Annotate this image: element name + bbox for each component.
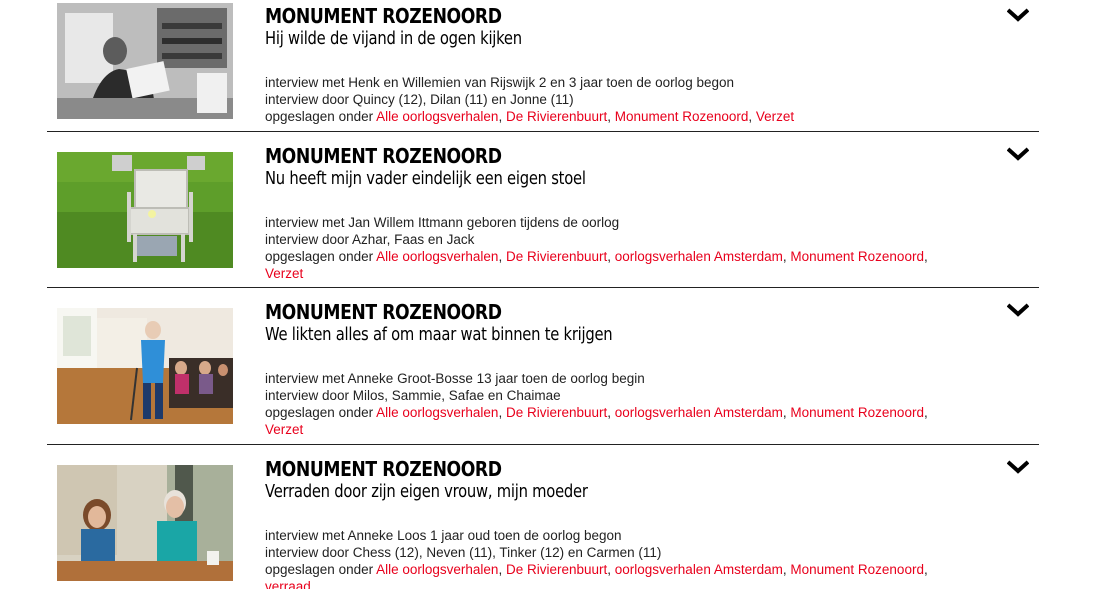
filed-under-label: opgeslagen onder bbox=[265, 562, 374, 577]
interview-by: interview door Milos, Sammie, Safae en C… bbox=[265, 388, 561, 403]
tag-link[interactable]: De Rivierenbuurt bbox=[506, 109, 607, 124]
story-tags: opgeslagen onder Alle oorlogsverhalen, D… bbox=[265, 109, 795, 124]
chevron-down-icon bbox=[1007, 303, 1029, 317]
story-tags: opgeslagen onder Alle oorlogsverhalen, D… bbox=[265, 405, 928, 437]
story-item: MONUMENT ROZENOORD Nu heeft mijn vader e… bbox=[47, 132, 1039, 288]
tag-link[interactable]: Monument Rozenoord bbox=[790, 249, 924, 264]
interview-by: interview door Chess (12), Neven (11), T… bbox=[265, 545, 662, 560]
story-thumbnail[interactable] bbox=[57, 308, 233, 424]
interview-by: interview door Azhar, Faas en Jack bbox=[265, 232, 475, 247]
tag-link[interactable]: Verzet bbox=[265, 266, 303, 281]
expand-button[interactable] bbox=[1007, 303, 1029, 317]
story-meta: interview met Jan Willem Ittmann geboren… bbox=[265, 214, 1039, 282]
story-category: MONUMENT ROZENOORD bbox=[265, 457, 502, 481]
tag-link[interactable]: Monument Rozenoord bbox=[790, 405, 924, 420]
story-title[interactable]: Nu heeft mijn vader eindelijk een eigen … bbox=[265, 168, 900, 190]
interview-with: interview met Anneke Groot-Bosse 13 jaar… bbox=[265, 371, 645, 386]
filed-under-label: opgeslagen onder bbox=[265, 109, 374, 124]
story-meta: interview met Henk en Willemien van Rijs… bbox=[265, 74, 1039, 125]
tag-link[interactable]: De Rivierenbuurt bbox=[506, 405, 607, 420]
story-thumbnail[interactable] bbox=[57, 3, 233, 119]
tag-link[interactable]: De Rivierenbuurt bbox=[506, 562, 607, 577]
photo-woman-with-cane bbox=[57, 308, 233, 424]
filed-under-label: opgeslagen onder bbox=[265, 405, 374, 420]
interview-with: interview met Henk en Willemien van Rijs… bbox=[265, 75, 734, 90]
story-title[interactable]: We likten alles af om maar wat binnen te… bbox=[265, 324, 900, 346]
story-meta: interview met Anneke Groot-Bosse 13 jaar… bbox=[265, 370, 1039, 438]
story-tags: opgeslagen onder Alle oorlogsverhalen, D… bbox=[265, 561, 959, 589]
tag-link[interactable]: Monument Rozenoord bbox=[790, 562, 924, 577]
tag-link[interactable]: Alle oorlogsverhalen bbox=[376, 562, 498, 577]
story-category: MONUMENT ROZENOORD bbox=[265, 144, 502, 168]
chevron-down-icon bbox=[1007, 8, 1029, 22]
interview-with: interview met Jan Willem Ittmann geboren… bbox=[265, 215, 620, 230]
expand-button[interactable] bbox=[1007, 8, 1029, 22]
interview-with: interview met Anneke Loos 1 jaar oud toe… bbox=[265, 528, 622, 543]
expand-button[interactable] bbox=[1007, 147, 1029, 161]
tag-link[interactable]: Alle oorlogsverhalen bbox=[376, 109, 498, 124]
tag-link[interactable]: Verzet bbox=[756, 109, 794, 124]
story-title[interactable]: Verraden door zijn eigen vrouw, mijn moe… bbox=[265, 481, 900, 503]
story-item: MONUMENT ROZENOORD Hij wilde de vijand i… bbox=[47, 0, 1039, 132]
tag-link[interactable]: De Rivierenbuurt bbox=[506, 249, 607, 264]
filed-under-label: opgeslagen onder bbox=[265, 249, 374, 264]
tag-link[interactable]: verraad bbox=[265, 579, 311, 589]
story-thumbnail[interactable] bbox=[57, 152, 233, 268]
story-list: MONUMENT ROZENOORD Hij wilde de vijand i… bbox=[47, 0, 1039, 589]
tag-link[interactable]: Alle oorlogsverhalen bbox=[376, 405, 498, 420]
tag-link[interactable]: oorlogsverhalen Amsterdam bbox=[615, 249, 783, 264]
photo-chair-on-grass bbox=[57, 152, 233, 268]
story-tags: opgeslagen onder Alle oorlogsverhalen, D… bbox=[265, 249, 928, 281]
photo-man-reading-newspaper bbox=[57, 3, 233, 119]
story-meta: interview met Anneke Loos 1 jaar oud toe… bbox=[265, 527, 1039, 589]
tag-link[interactable]: Verzet bbox=[265, 422, 303, 437]
story-category: MONUMENT ROZENOORD bbox=[265, 4, 502, 28]
chevron-down-icon bbox=[1007, 147, 1029, 161]
story-item: MONUMENT ROZENOORD We likten alles af om… bbox=[47, 288, 1039, 445]
expand-button[interactable] bbox=[1007, 460, 1029, 474]
story-title[interactable]: Hij wilde de vijand in de ogen kijken bbox=[265, 28, 900, 50]
chevron-down-icon bbox=[1007, 460, 1029, 474]
story-item: MONUMENT ROZENOORD Verraden door zijn ei… bbox=[47, 445, 1039, 589]
tag-link[interactable]: oorlogsverhalen Amsterdam bbox=[615, 562, 783, 577]
tag-link[interactable]: Alle oorlogsverhalen bbox=[376, 249, 498, 264]
story-category: MONUMENT ROZENOORD bbox=[265, 300, 502, 324]
tag-link[interactable]: oorlogsverhalen Amsterdam bbox=[615, 405, 783, 420]
story-thumbnail[interactable] bbox=[57, 465, 233, 581]
interview-by: interview door Quincy (12), Dilan (11) e… bbox=[265, 92, 574, 107]
tag-link[interactable]: Monument Rozenoord bbox=[615, 109, 749, 124]
photo-girl-and-woman-at-table bbox=[57, 465, 233, 581]
